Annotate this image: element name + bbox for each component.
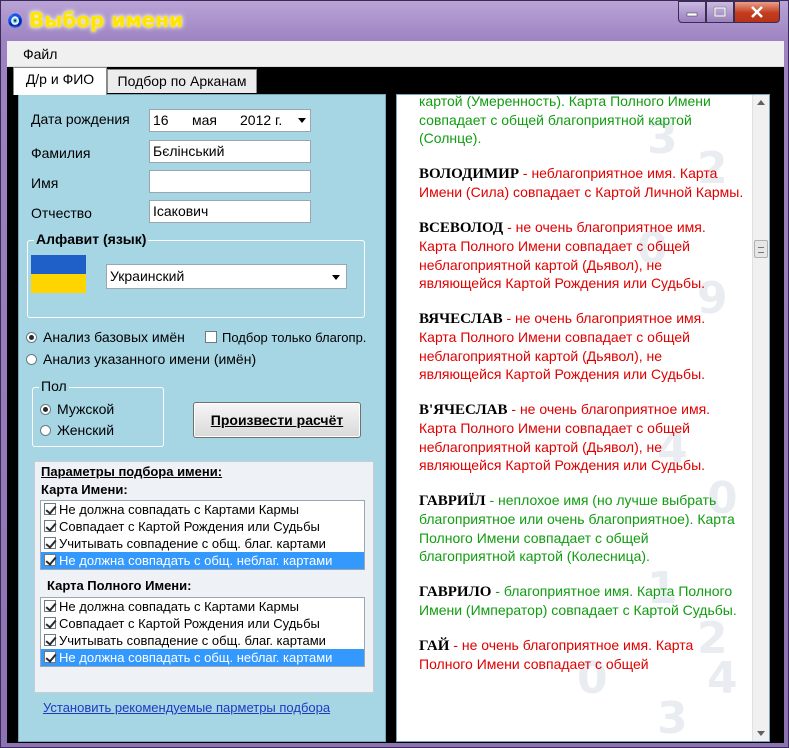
birth-year: 2012 г. [240, 112, 283, 128]
checkbox[interactable] [44, 503, 56, 515]
name-input[interactable] [149, 170, 311, 193]
name-card-option[interactable]: Не должна совпадать с Картами Кармы [41, 501, 364, 518]
minimize-button[interactable] [678, 1, 706, 23]
gender-group: Пол [32, 378, 164, 447]
checkbox[interactable] [44, 651, 56, 663]
params-panel: Параметры подбора имени: Карта Имени: Не… [34, 461, 374, 693]
menu-file[interactable]: Файл [23, 46, 57, 62]
ukraine-flag-icon [31, 255, 86, 293]
full-name-card-title: Карта Полного Имени: [47, 578, 192, 593]
language-select[interactable]: Украинский [106, 264, 347, 289]
birth-day: 16 [153, 112, 169, 128]
female-label[interactable]: Женский [57, 422, 114, 438]
result-entry: В'ЯЧЕСЛАВ - не очень благоприятное имя. … [419, 400, 711, 474]
result-entry: ВОЛОДИМИР - неблагоприятное имя. Карта И… [419, 164, 744, 201]
surname-input[interactable]: Бєлінський [149, 140, 311, 163]
app-icon[interactable]: 🧿 [7, 13, 23, 29]
scroll-down-icon[interactable] [757, 731, 765, 736]
full-name-card-option[interactable]: Совпадает с Картой Рождения или Судьбы [41, 615, 364, 632]
checkbox[interactable] [44, 634, 56, 646]
only-favorable-label[interactable]: Подбор только благопр. [222, 330, 366, 345]
radio-male[interactable] [40, 404, 51, 415]
recommended-params-link[interactable]: Установить рекомендуемые парметры подбор… [43, 700, 330, 715]
only-favorable-checkbox[interactable] [205, 331, 217, 343]
name-card-option[interactable]: Учитывать совпадение с общ. благ. картам… [41, 535, 364, 552]
name-label: Имя [31, 175, 59, 191]
language-selected: Украинский [110, 268, 185, 284]
title-bar[interactable]: 🧿 Выбор имени [1, 1, 788, 41]
gender-group-title: Пол [39, 378, 69, 394]
result-entry: ГАВРИЛО - благоприятное имя. Карта Полно… [419, 582, 737, 619]
close-button[interactable] [734, 1, 780, 23]
maximize-icon [713, 6, 727, 18]
result-entry: ГАЙ - не очень благоприятное имя. Карта … [419, 636, 694, 673]
result-entry: ВСЕВОЛОД - не очень благоприятное имя. К… [419, 218, 706, 292]
analyze-specified-label[interactable]: Анализ указанного имени (имён) [43, 351, 256, 367]
radio-female[interactable] [40, 425, 51, 436]
birth-month: мая [192, 112, 217, 128]
chevron-down-icon [332, 275, 340, 280]
app-window: 🧿 Выбор имени Файл Д/р и ФИО Подбор по А… [0, 0, 789, 748]
name-card-title: Карта Имени: [41, 482, 128, 497]
checkbox[interactable] [44, 617, 56, 629]
name-card-options: Не должна совпадать с Картами Кармы Совп… [40, 500, 365, 570]
results-panel[interactable]: 32 09 40 12 34 0 картой (Умеренность). К… [396, 94, 770, 742]
checkbox[interactable] [44, 520, 56, 532]
menu-bar: Файл [7, 41, 784, 67]
result-entry: ВЯЧЕСЛАВ - не очень благоприятное имя. К… [419, 309, 706, 383]
radio-analyze-base[interactable] [26, 332, 37, 343]
params-title: Параметры подбора имени: [41, 464, 223, 479]
analyze-base-label[interactable]: Анализ базовых имён [43, 329, 185, 345]
chevron-down-icon[interactable] [298, 118, 306, 123]
close-icon [751, 6, 763, 18]
result-entry: ГАВРИЇЛ - неплохое имя (но лучше выбрать… [419, 491, 735, 565]
scroll-thumb[interactable] [754, 240, 768, 258]
full-name-card-option[interactable]: Не должна совпадать с общ. неблаг. карта… [41, 649, 364, 666]
scroll-up-icon[interactable] [757, 100, 765, 105]
alphabet-group-title: Алфавит (язык) [34, 231, 149, 247]
full-name-card-option[interactable]: Не должна совпадать с Картами Кармы [41, 598, 364, 615]
checkbox[interactable] [44, 537, 56, 549]
surname-label: Фамилия [31, 145, 91, 161]
input-panel: Дата рождения 16 мая 2012 г. Фамилия Бєл… [18, 94, 386, 742]
patronymic-label: Отчество [31, 205, 92, 221]
birth-date-picker[interactable]: 16 мая 2012 г. [149, 109, 311, 132]
full-name-card-options: Не должна совпадать с Картами Кармы Совп… [40, 597, 365, 667]
maximize-button[interactable] [706, 1, 734, 23]
male-label[interactable]: Мужской [57, 401, 114, 417]
minimize-icon [686, 12, 698, 17]
birth-date-label: Дата рождения [31, 111, 130, 127]
name-card-option[interactable]: Не должна совпадать с общ. неблаг. карта… [41, 552, 364, 569]
result-intro: картой (Умеренность). Карта Полного Имен… [419, 94, 711, 146]
results-text: картой (Умеренность). Карта Полного Имен… [419, 94, 745, 690]
client-area: Д/р и ФИО Подбор по Арканам Дата рождени… [7, 67, 784, 743]
window-controls [678, 1, 780, 25]
tab-arcana[interactable]: Подбор по Арканам [107, 69, 257, 93]
radio-analyze-specified[interactable] [26, 354, 37, 365]
checkbox[interactable] [44, 600, 56, 612]
name-card-option[interactable]: Совпадает с Картой Рождения или Судьбы [41, 518, 364, 535]
full-name-card-option[interactable]: Учитывать совпадение с общ. благ. картам… [41, 632, 364, 649]
patronymic-input[interactable]: Ісакович [149, 200, 311, 223]
results-scrollbar[interactable] [752, 95, 769, 741]
checkbox[interactable] [44, 554, 56, 566]
window-title: Выбор имени [29, 8, 184, 32]
calculate-button[interactable]: Произвести расчёт [193, 402, 361, 438]
tab-birth-fio[interactable]: Д/р и ФИО [13, 67, 107, 95]
